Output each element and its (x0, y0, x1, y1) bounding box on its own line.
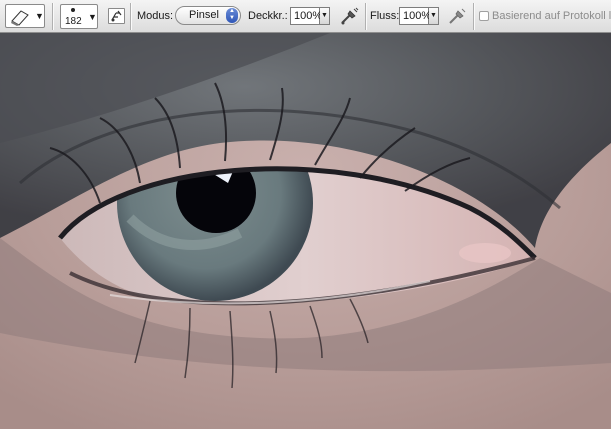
brush-size-label: 182 (65, 16, 82, 27)
divider (130, 3, 132, 30)
flow-dropdown-button[interactable]: ▼ (429, 7, 439, 25)
mode-select[interactable]: Pinsel ▲ ▼ (175, 6, 241, 25)
brush-tip-icon (71, 8, 75, 12)
brush-panel-toggle[interactable] (108, 8, 125, 24)
divider (52, 3, 54, 30)
flow-label: Fluss: (370, 10, 400, 22)
divider (473, 3, 475, 30)
airbrush-icon (341, 7, 359, 25)
chevron-down-icon: ▼ (88, 12, 97, 22)
brush-panel-icon (111, 10, 122, 22)
brush-preset-picker[interactable]: 182 ▼ (60, 4, 98, 29)
document-canvas[interactable] (0, 33, 611, 429)
opacity-label: Deckkr.: (248, 10, 288, 22)
mode-label: Modus: (137, 10, 174, 22)
history-label: Basierend auf Protokoll lösc (492, 10, 611, 22)
flow-input[interactable]: 100% (399, 7, 431, 25)
chevron-down-icon: ▼ (35, 11, 44, 21)
eraser-icon (11, 10, 29, 26)
updown-arrows-icon: ▲ ▼ (226, 8, 238, 23)
tablet-pressure-toggle[interactable] (446, 5, 468, 27)
opacity-dropdown-button[interactable]: ▼ (320, 7, 330, 25)
opacity-input[interactable]: 100% (290, 7, 322, 25)
divider (365, 3, 367, 30)
history-checkbox[interactable] (479, 11, 489, 21)
airbrush-toggle[interactable] (338, 5, 360, 27)
eye-photo (0, 33, 611, 429)
tool-preset-picker[interactable]: ▼ (5, 4, 45, 28)
options-bar: ▼ 182 ▼ Modus: Pinsel ▲ ▼ Deckkr.: 100% ▼… (0, 0, 611, 33)
tablet-pressure-icon (449, 8, 466, 24)
mode-value: Pinsel (189, 9, 219, 21)
